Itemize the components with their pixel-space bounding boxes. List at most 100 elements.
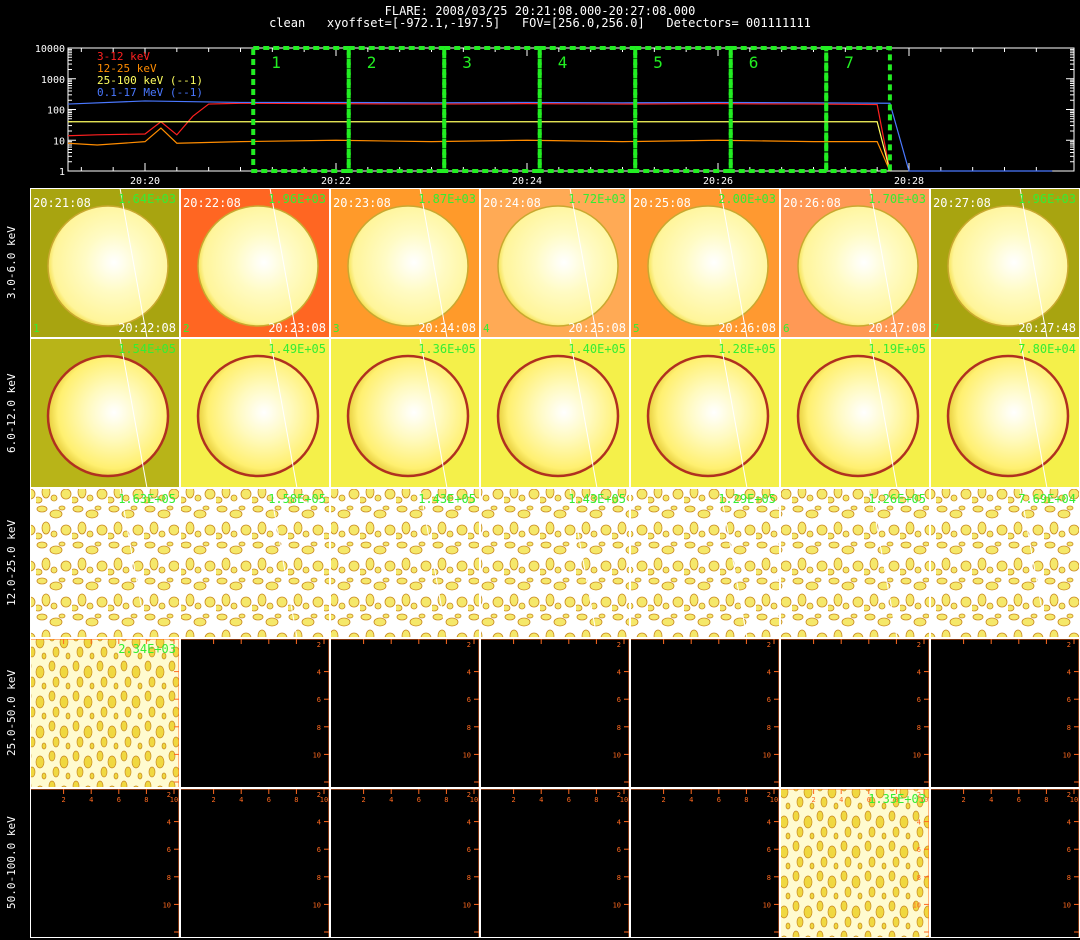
peak-label: 1.40E+05 bbox=[568, 342, 626, 356]
panel-tick-label: 6 bbox=[917, 846, 921, 854]
panel-tick-label: 2 bbox=[961, 796, 965, 804]
image-panel: 102846648210 bbox=[930, 788, 1080, 938]
interval-index: 4 bbox=[483, 322, 490, 335]
panel-tick-label: 4 bbox=[617, 819, 621, 827]
noise-map bbox=[780, 788, 930, 938]
solar-disk bbox=[196, 354, 320, 478]
panel-tick-label: 6 bbox=[167, 846, 171, 854]
solar-disk bbox=[197, 205, 319, 327]
peak-label: 1.36E+05 bbox=[418, 342, 476, 356]
peak-label: 1.28E+05 bbox=[718, 342, 776, 356]
solar-disk bbox=[46, 354, 170, 478]
image-panel: 1.70E+03 20:26:08 20:27:08 6 bbox=[780, 188, 930, 338]
image-panel: 1.40E+05 bbox=[480, 338, 630, 488]
peak-label: 2.00E+03 bbox=[718, 192, 776, 206]
end-time-label: 20:24:08 bbox=[418, 321, 476, 335]
noise-map bbox=[780, 488, 930, 638]
panel-tick-label: 2 bbox=[1067, 641, 1071, 649]
end-time-label: 20:25:08 bbox=[568, 321, 626, 335]
image-panel: 102846648210 bbox=[30, 788, 180, 938]
image-panel: 1.28E+05 bbox=[630, 338, 780, 488]
panel-tick-label: 4 bbox=[839, 796, 843, 804]
solar-disk bbox=[797, 205, 919, 327]
panel-tick-label: 2 bbox=[211, 796, 215, 804]
image-panel: 102846648210 bbox=[480, 788, 630, 938]
peak-label: 1.64E+03 bbox=[118, 192, 176, 206]
interval-index: 1 bbox=[33, 322, 40, 335]
image-panel: 2.00E+03 20:25:08 20:26:08 5 bbox=[630, 188, 780, 338]
image-panel: 1.19E+05 bbox=[780, 338, 930, 488]
panel-tick-label: 10 bbox=[613, 751, 621, 759]
empty-panel bbox=[930, 638, 1080, 788]
interval-index: 7 bbox=[933, 322, 940, 335]
panel-tick-label: 4 bbox=[917, 669, 921, 677]
image-panel: 1.87E+03 20:23:08 20:24:08 3 bbox=[330, 188, 480, 338]
panel-tick-label: 8 bbox=[917, 874, 921, 882]
start-time-label: 20:23:08 bbox=[333, 196, 391, 210]
panel-tick-label: 10 bbox=[763, 751, 771, 759]
panel-tick-label: 4 bbox=[767, 669, 771, 677]
panel-tick-label: 10 bbox=[463, 901, 471, 909]
peak-label: 1.63E+05 bbox=[118, 492, 176, 506]
start-time-label: 20:25:08 bbox=[633, 196, 691, 210]
panel-tick-label: 6 bbox=[117, 796, 121, 804]
panel-tick-label: 8 bbox=[594, 796, 598, 804]
image-panel: 1.96E+03 20:22:08 20:23:08 2 bbox=[180, 188, 330, 338]
empty-panel bbox=[930, 788, 1080, 938]
panel-tick-label: 4 bbox=[389, 796, 393, 804]
end-time-label: 20:23:08 bbox=[268, 321, 326, 335]
panel-tick-label: 6 bbox=[617, 696, 621, 704]
peak-label: 1.70E+03 bbox=[868, 192, 926, 206]
interval-index: 2 bbox=[183, 322, 190, 335]
panel-tick-label: 2 bbox=[511, 796, 515, 804]
image-panel: 7.69E+04 bbox=[930, 488, 1080, 638]
panel-tick-label: 8 bbox=[744, 796, 748, 804]
row-label: 50.0-100.0 keV bbox=[5, 816, 18, 910]
panel-tick-label: 6 bbox=[317, 696, 321, 704]
image-panel: 1.96E+03 20:27:08 20:27:48 7 bbox=[930, 188, 1080, 338]
row-label: 12.0-25.0 keV bbox=[5, 519, 18, 606]
end-time-label: 20:22:08 bbox=[118, 321, 176, 335]
panel-tick-label: 6 bbox=[417, 796, 421, 804]
panel-tick-label: 10 bbox=[1063, 901, 1071, 909]
panel-tick-label: 8 bbox=[144, 796, 148, 804]
panel-tick-label: 10 bbox=[170, 796, 178, 804]
interval-index: 6 bbox=[783, 322, 790, 335]
peak-label: 1.19E+05 bbox=[868, 342, 926, 356]
panel-tick-label: 6 bbox=[1067, 696, 1071, 704]
solar-disk bbox=[946, 354, 1070, 478]
empty-panel bbox=[180, 638, 330, 788]
peak-label: 1.49E+05 bbox=[268, 342, 326, 356]
image-panel: 1.36E+05 bbox=[330, 338, 480, 488]
image-panel: 10 8 6 4 2 bbox=[480, 638, 630, 788]
panel-tick-label: 2 bbox=[361, 796, 365, 804]
end-time-label: 20:26:08 bbox=[718, 321, 776, 335]
panel-tick-label: 6 bbox=[467, 696, 471, 704]
panel-tick-label: 10 bbox=[1063, 751, 1071, 759]
image-panel: 1.58E+05 bbox=[180, 488, 330, 638]
panel-tick-label: 10 bbox=[770, 796, 778, 804]
image-panel: 10 8 6 4 2 bbox=[180, 638, 330, 788]
panel-tick-label: 8 bbox=[467, 874, 471, 882]
panel-tick-label: 10 bbox=[470, 796, 478, 804]
panel-tick-label: 8 bbox=[317, 874, 321, 882]
panel-tick-label: 4 bbox=[539, 796, 543, 804]
solar-disk bbox=[346, 354, 470, 478]
solar-disk bbox=[496, 354, 620, 478]
panel-tick-label: 10 bbox=[313, 751, 321, 759]
panel-tick-label: 2 bbox=[61, 796, 65, 804]
peak-label: 1.87E+03 bbox=[418, 192, 476, 206]
empty-panel bbox=[780, 638, 930, 788]
panel-tick-label: 8 bbox=[294, 796, 298, 804]
panel-tick-label: 4 bbox=[317, 669, 321, 677]
peak-label: 2.34E+03 bbox=[118, 642, 176, 656]
panel-tick-label: 6 bbox=[267, 796, 271, 804]
peak-label: 1.72E+03 bbox=[568, 192, 626, 206]
peak-label: 1.43E+05 bbox=[418, 492, 476, 506]
empty-panel bbox=[480, 638, 630, 788]
image-panel: 1.43E+05 bbox=[480, 488, 630, 638]
peak-label: 1.29E+05 bbox=[718, 492, 776, 506]
empty-panel bbox=[480, 788, 630, 938]
solar-disk bbox=[497, 205, 619, 327]
panel-tick-label: 8 bbox=[767, 874, 771, 882]
